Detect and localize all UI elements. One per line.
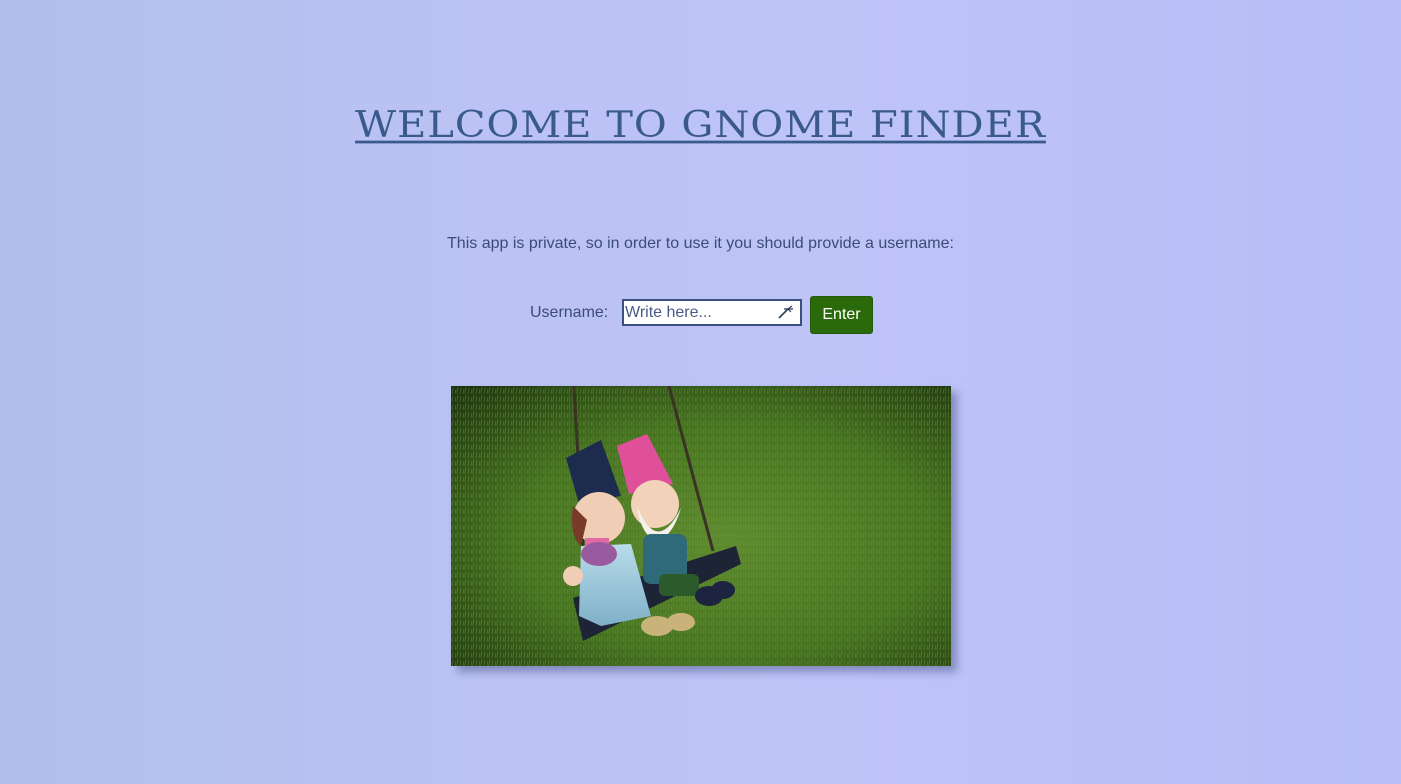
gnomes-on-swing-image — [451, 386, 951, 666]
login-form: Username: Enter — [0, 296, 1401, 334]
gnomes-photo — [451, 386, 951, 666]
username-field[interactable] — [622, 299, 802, 326]
username-input[interactable] — [624, 301, 775, 324]
autofill-icon[interactable] — [778, 304, 796, 320]
intro-text: This app is private, so in order to use … — [447, 235, 954, 252]
page-title: WELCOME TO GNOME FINDER — [355, 103, 1046, 147]
enter-button[interactable]: Enter — [810, 296, 873, 334]
page: WELCOME TO GNOME FINDER This app is priv… — [0, 0, 1401, 784]
username-label: Username: — [530, 304, 609, 321]
